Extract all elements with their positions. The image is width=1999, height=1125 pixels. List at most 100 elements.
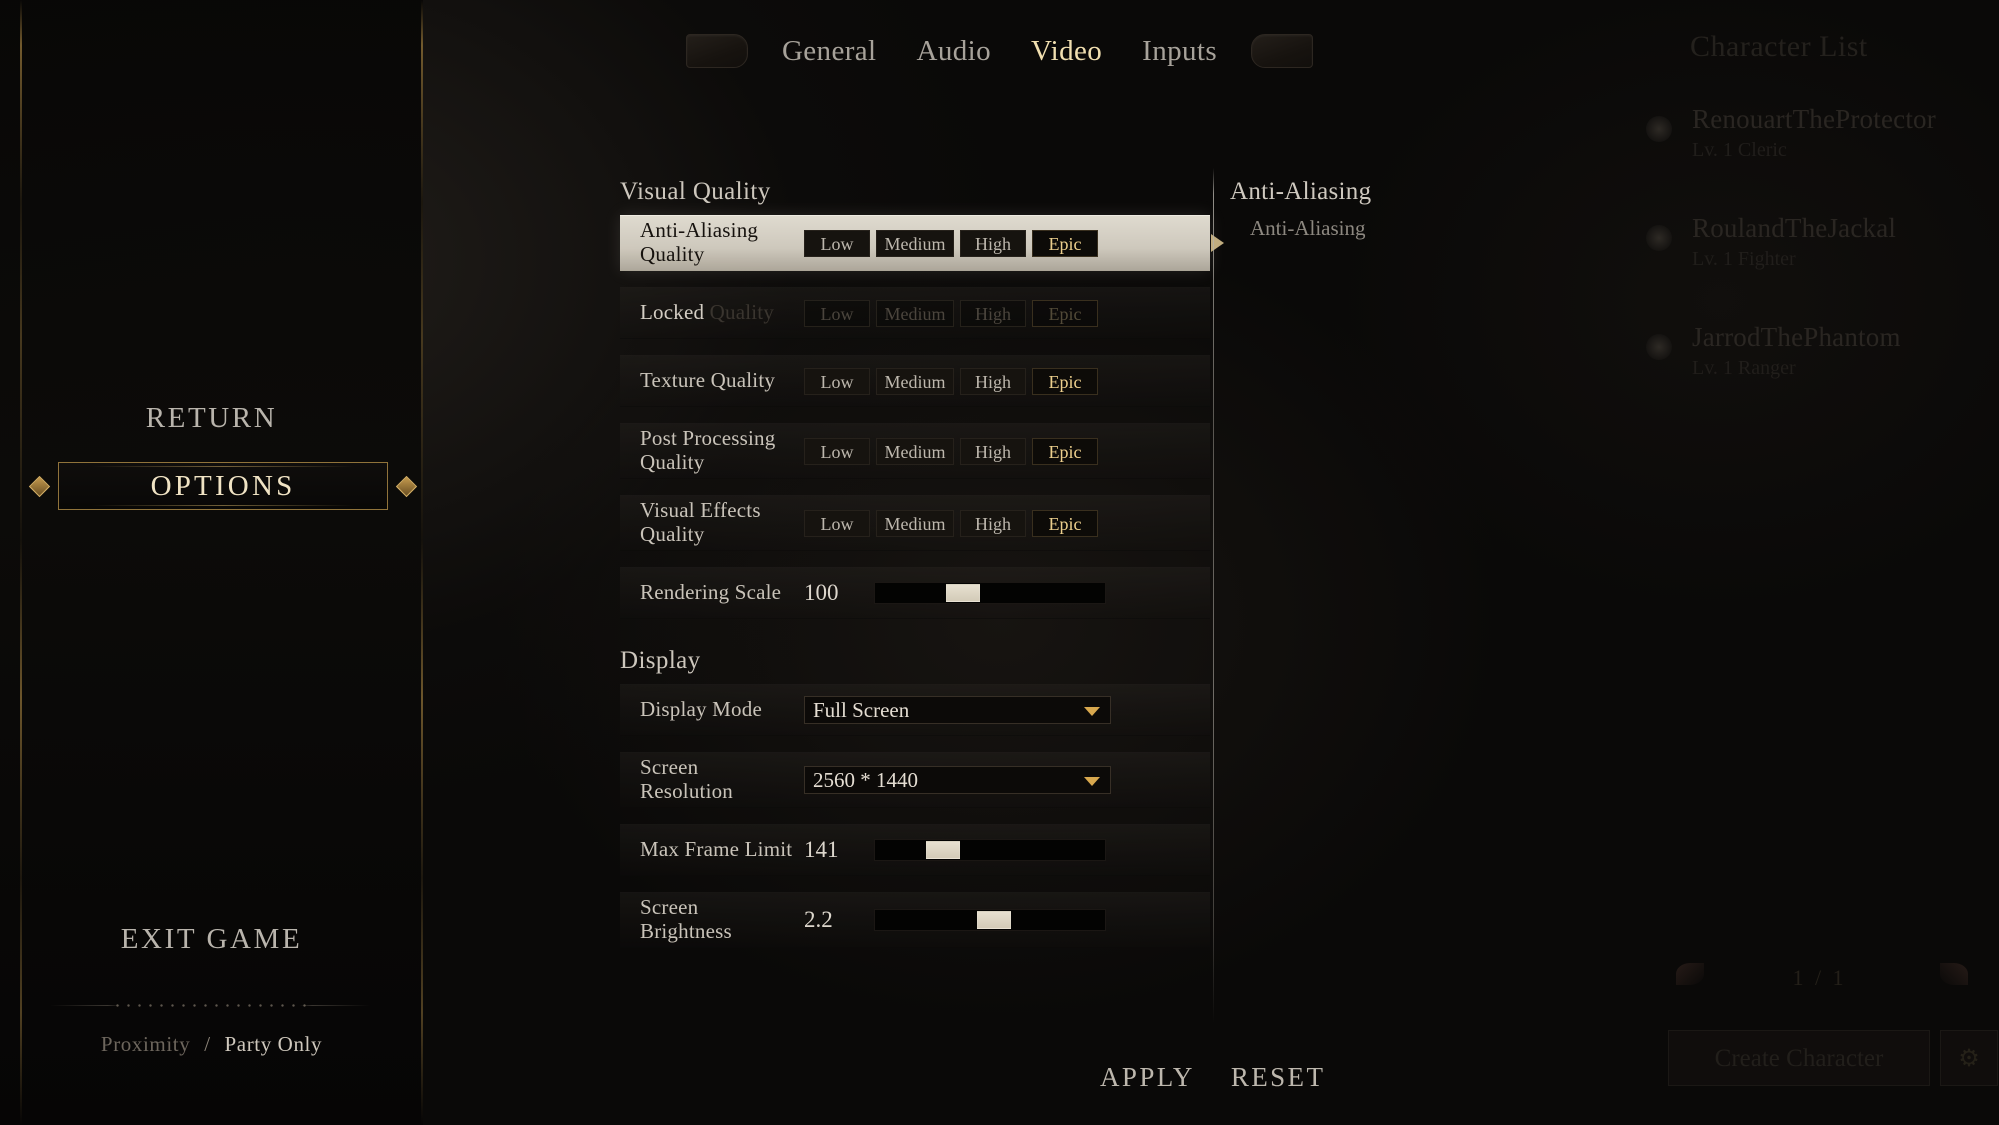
description-title: Anti-Aliasing (1230, 178, 1372, 205)
setting-label-line2: Quality (640, 242, 705, 266)
locked-badge: Locked (640, 300, 705, 325)
setting-label-locked-quality: Locked Quality (620, 300, 798, 325)
quality-option-medium[interactable]: Medium (876, 437, 954, 465)
quality-option-low[interactable]: Low (804, 229, 870, 257)
setting-label-line1: Screen (640, 755, 699, 780)
setting-label-max-frame-limit: Max Frame Limit (640, 837, 793, 862)
character-level-class: Lv. 1 Cleric (1692, 139, 1787, 162)
sidebar-item-exit-game[interactable]: EXIT GAME (0, 923, 423, 956)
quality-option-epic: Epic (1032, 299, 1098, 327)
setting-label-line1: Screen (640, 895, 699, 920)
apply-button[interactable]: APPLY (1100, 1062, 1195, 1093)
diamond-ornament-right-icon (395, 475, 418, 498)
setting-label-visual-effects-quality: Visual Effects Quality (620, 499, 798, 546)
sidebar-divider (50, 1004, 370, 1007)
sidebar-item-return[interactable]: RETURN (0, 402, 423, 435)
quality-option-medium[interactable]: Medium (876, 367, 954, 395)
quality-option-epic[interactable]: Epic (1032, 229, 1098, 257)
section-header-display: Display (620, 647, 701, 674)
rendering-scale-value: 100 (804, 580, 839, 605)
tab-bar: General Audio Video Inputs (0, 28, 1999, 74)
background-character-entry: RenouartTheProtector Lv. 1 Cleric (1640, 104, 1999, 163)
character-list-paging: 1 / 1 (1792, 965, 1847, 990)
max-frame-limit-slider[interactable] (874, 839, 1106, 861)
quality-option-epic[interactable]: Epic (1032, 367, 1098, 395)
character-class-icon (1646, 116, 1672, 142)
setting-row-post-processing-quality[interactable]: Post Processing Quality Low Medium High … (620, 423, 1210, 479)
quality-option-epic[interactable]: Epic (1032, 509, 1098, 537)
quality-option-low[interactable]: Low (804, 509, 870, 537)
setting-row-screen-resolution[interactable]: Screen Resolution 2560 * 1440 (620, 752, 1210, 808)
quality-option-medium[interactable]: Medium (876, 509, 954, 537)
setting-row-screen-brightness[interactable]: Screen Brightness 2.2 (620, 892, 1210, 948)
quality-option-epic[interactable]: Epic (1032, 437, 1098, 465)
quality-option-high[interactable]: High (960, 437, 1026, 465)
display-mode-dropdown[interactable]: Full Screen (804, 696, 1111, 724)
character-name: RoulandTheJackal (1692, 213, 1897, 244)
setting-label-line1: Post Processing (640, 426, 776, 451)
tab-audio[interactable]: Audio (911, 35, 998, 68)
setting-label-line2: Quality (640, 522, 705, 546)
setting-label-screen-resolution: Screen Resolution (620, 756, 798, 803)
right-bumper-button-icon[interactable] (1251, 34, 1314, 68)
next-page-arrow-icon (1940, 963, 1968, 985)
slider-handle[interactable] (945, 584, 980, 602)
setting-row-locked-quality: Locked Quality Low Medium High Epic (620, 287, 1210, 339)
locked-ghost-label: Quality (709, 300, 775, 325)
quality-option-medium[interactable]: Medium (876, 229, 954, 257)
quality-option-group: Low Medium High Epic (804, 367, 1098, 395)
setting-label-line2: Brightness (640, 919, 732, 943)
settings-panel: Visual Quality Anti-Aliasing Quality Low… (620, 178, 1210, 964)
sidebar-item-options-label: OPTIONS (150, 470, 296, 502)
setting-label-line1: Visual Effects (640, 498, 761, 523)
setting-row-max-frame-limit[interactable]: Max Frame Limit 141 (620, 824, 1210, 876)
chat-option-proximity[interactable]: Proximity (101, 1032, 190, 1056)
chat-channel-toggle[interactable]: Proximity / Party Only (0, 1032, 423, 1057)
character-level-class: Lv. 1 Ranger (1692, 357, 1796, 380)
character-name: JarrodThePhantom (1692, 322, 1901, 353)
left-bumper-button-icon[interactable] (685, 34, 748, 68)
description-panel: Anti-Aliasing Anti-Aliasing (1230, 178, 1660, 243)
setting-row-visual-effects-quality[interactable]: Visual Effects Quality Low Medium High E… (620, 495, 1210, 551)
chevron-down-icon[interactable] (1084, 777, 1100, 786)
sidebar: RETURN OPTIONS EXIT GAME Proximity / Par… (0, 0, 423, 1125)
setting-label-post-processing-quality: Post Processing Quality (620, 427, 798, 474)
quality-option-high[interactable]: High (960, 509, 1026, 537)
prev-page-arrow-icon (1676, 963, 1704, 985)
rendering-scale-slider[interactable] (874, 582, 1106, 604)
setting-label-screen-brightness: Screen Brightness (620, 896, 798, 943)
quality-option-low[interactable]: Low (804, 437, 870, 465)
setting-row-display-mode[interactable]: Display Mode Full Screen (620, 684, 1210, 736)
create-character-button: Create Character (1668, 1030, 1930, 1086)
reset-button[interactable]: RESET (1231, 1062, 1326, 1093)
options-screen: Character List RenouartTheProtector Lv. … (0, 0, 1999, 1125)
sidebar-right-border (421, 0, 423, 1125)
chat-option-party-only[interactable]: Party Only (225, 1032, 323, 1056)
screen-brightness-slider[interactable] (874, 909, 1106, 931)
chevron-down-icon[interactable] (1084, 707, 1100, 716)
section-header-visual-quality: Visual Quality (620, 178, 771, 205)
tab-inputs[interactable]: Inputs (1136, 35, 1223, 68)
slider-handle[interactable] (976, 911, 1011, 929)
quality-option-group: Low Medium High Epic (804, 509, 1098, 537)
description-body: Anti-Aliasing (1250, 216, 1366, 240)
tab-video[interactable]: Video (1025, 35, 1108, 68)
setting-row-texture-quality[interactable]: Texture Quality Low Medium High Epic (620, 355, 1210, 407)
slider-handle[interactable] (925, 841, 960, 859)
setting-label-line2: Quality (640, 450, 705, 474)
quality-option-low[interactable]: Low (804, 367, 870, 395)
tab-general[interactable]: General (776, 35, 883, 68)
screen-resolution-dropdown[interactable]: 2560 * 1440 (804, 766, 1111, 794)
diamond-ornament-left-icon (28, 475, 51, 498)
setting-row-anti-aliasing-quality[interactable]: Anti-Aliasing Quality Low Medium High Ep… (620, 215, 1210, 271)
setting-label-rendering-scale: Rendering Scale (640, 580, 782, 605)
footer-actions: APPLY RESET (1100, 1062, 1325, 1093)
quality-option-high[interactable]: High (960, 229, 1026, 257)
max-frame-limit-value: 141 (804, 837, 839, 862)
quality-option-high[interactable]: High (960, 367, 1026, 395)
setting-row-rendering-scale[interactable]: Rendering Scale 100 (620, 567, 1210, 619)
sidebar-item-options[interactable]: OPTIONS (28, 462, 418, 510)
quality-option-group: Low Medium High Epic (804, 299, 1098, 327)
gear-icon: ⚙ (1940, 1030, 1998, 1086)
screen-resolution-value: 2560 * 1440 (813, 767, 918, 792)
